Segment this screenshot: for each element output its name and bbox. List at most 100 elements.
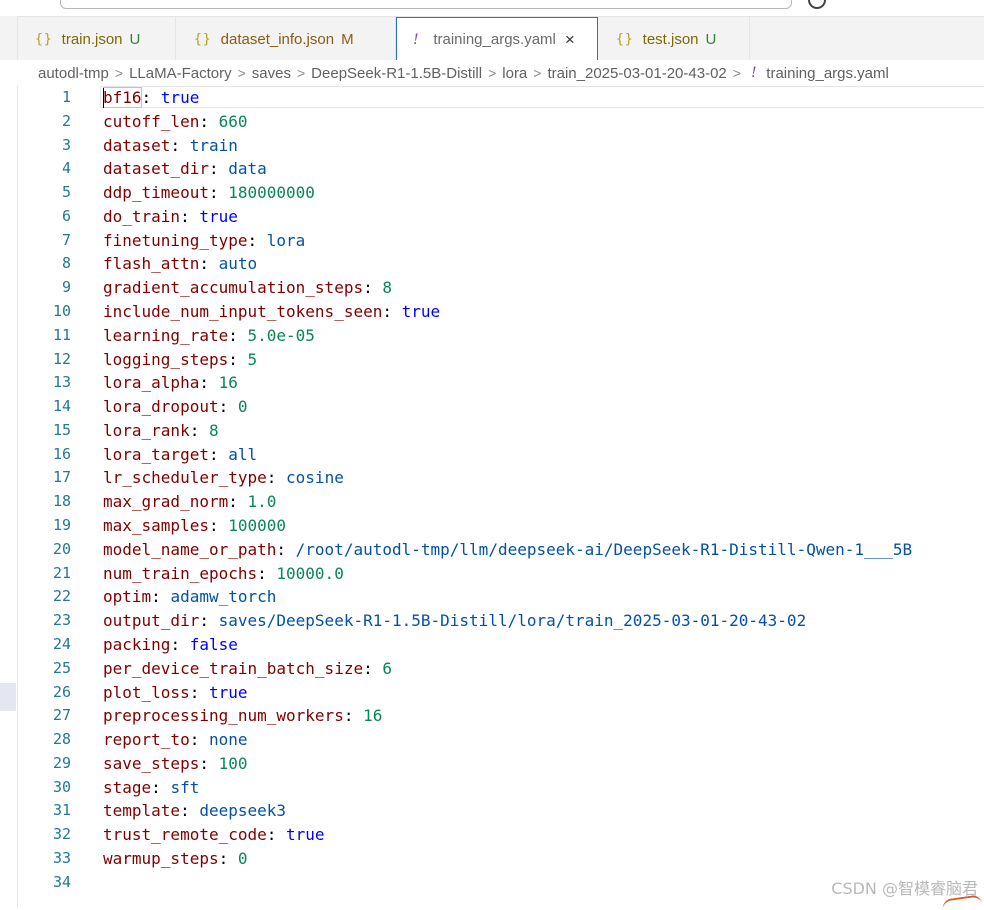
- yaml-key: lora_target: [103, 444, 209, 464]
- code-line[interactable]: 19 max_samples: 100000: [0, 514, 984, 538]
- code-line[interactable]: 23 output_dir: saves/DeepSeek-R1-1.5B-Dis…: [0, 609, 984, 633]
- yaml-colon: :: [343, 706, 364, 726]
- code-line[interactable]: 22 optim: adamw_torch: [0, 585, 984, 609]
- code-line[interactable]: 15 lora_rank: 8: [0, 419, 984, 443]
- code-line[interactable]: 8 flash_attn: auto: [0, 252, 984, 276]
- tab-2[interactable]: ! training_args.yaml ×: [396, 17, 598, 61]
- code-line[interactable]: 24 packing: false: [0, 633, 984, 657]
- code-line[interactable]: 5 ddp_timeout: 180000000: [0, 181, 984, 205]
- yaml-key: preprocessing_num_workers: [103, 706, 344, 726]
- line-number: 29: [52, 753, 71, 772]
- yaml-entry: plot_loss: true: [103, 681, 248, 705]
- yaml-key: dataset: [103, 135, 171, 155]
- account-icon[interactable]: [808, 0, 826, 9]
- tab-3[interactable]: {} test.json U: [598, 17, 750, 61]
- current-line-highlight: [100, 86, 984, 108]
- breadcrumb-item[interactable]: LLaMA-Factory: [129, 65, 232, 82]
- code-line[interactable]: 18 max_grad_norm: 1.0: [0, 490, 984, 514]
- yaml-key: include_num_input_tokens_seen: [103, 302, 383, 322]
- code-line[interactable]: 9 gradient_accumulation_steps: 8: [0, 276, 984, 300]
- yaml-colon: :: [228, 349, 248, 369]
- yaml-entry: include_num_input_tokens_seen: true: [103, 300, 440, 324]
- breadcrumb-item[interactable]: saves: [252, 65, 291, 82]
- code-line[interactable]: 6 do_train: true: [0, 205, 984, 229]
- breadcrumb-item[interactable]: DeepSeek-R1-1.5B-Distill: [311, 65, 482, 82]
- yaml-colon: :: [199, 373, 219, 393]
- chevron-right-icon: >: [237, 65, 246, 81]
- close-icon[interactable]: ×: [565, 31, 575, 48]
- code-line[interactable]: 17 lr_scheduler_type: cosine: [0, 466, 984, 490]
- yaml-colon: :: [208, 183, 229, 203]
- code-line[interactable]: 10 include_num_input_tokens_seen: true: [0, 300, 984, 324]
- line-number: 3: [61, 135, 71, 154]
- yaml-colon: :: [170, 135, 190, 155]
- yaml-entry: num_train_epochs: 10000.0: [103, 562, 344, 586]
- code-line[interactable]: 21 num_train_epochs: 10000.0: [0, 562, 984, 586]
- line-number: 2: [61, 111, 71, 130]
- code-line[interactable]: 26 plot_loss: true: [0, 681, 984, 705]
- yaml-entry: model_name_or_path: /root/autodl-tmp/llm…: [103, 538, 912, 562]
- tab-0[interactable]: {} train.json U: [17, 17, 176, 61]
- yaml-colon: :: [247, 230, 267, 250]
- yaml-colon: :: [199, 753, 219, 773]
- git-status-badge: M: [341, 30, 354, 48]
- line-number: 8: [61, 254, 71, 273]
- yaml-key: trust_remote_code: [103, 825, 267, 845]
- code-line[interactable]: 11 learning_rate: 5.0e-05: [0, 324, 984, 348]
- yaml-key: max_grad_norm: [103, 492, 229, 512]
- line-number: 12: [52, 349, 71, 368]
- code-line[interactable]: 27 preprocessing_num_workers: 16: [0, 704, 984, 728]
- yaml-value: true: [401, 302, 441, 322]
- yaml-value: /root/autodl-tmp/llm/deepseek-ai/DeepSee…: [295, 539, 913, 559]
- yaml-value: 10000.0: [276, 563, 344, 583]
- code-line[interactable]: 20 model_name_or_path: /root/autodl-tmp/l…: [0, 538, 984, 562]
- yaml-key: optim: [103, 587, 152, 607]
- breadcrumb-item[interactable]: lora: [502, 65, 527, 82]
- yaml-entry: lr_scheduler_type: cosine: [103, 466, 344, 490]
- yaml-entry: save_steps: 100: [103, 752, 248, 776]
- line-number: 5: [61, 183, 71, 202]
- breadcrumb-item[interactable]: autodl-tmp: [38, 65, 109, 82]
- code-line[interactable]: 7 finetuning_type: lora: [0, 229, 984, 253]
- yaml-colon: :: [189, 420, 209, 440]
- code-editor[interactable]: 1 bf16: true 2 cutoff_len: 660 3 dataset: tra…: [0, 86, 984, 891]
- line-number: 22: [52, 587, 71, 606]
- yaml-value: true: [199, 206, 238, 226]
- yaml-file-icon: !: [413, 30, 420, 48]
- code-line[interactable]: 14 lora_dropout: 0: [0, 395, 984, 419]
- code-line[interactable]: 13 lora_alpha: 16: [0, 371, 984, 395]
- yaml-key: lr_scheduler_type: [103, 468, 267, 488]
- code-line[interactable]: 33 warmup_steps: 0: [0, 847, 984, 871]
- yaml-key: template: [103, 801, 181, 821]
- yaml-value: saves/DeepSeek-R1-1.5B-Distill/lora/trai…: [218, 611, 807, 631]
- command-center-search[interactable]: [60, 0, 792, 9]
- breadcrumb-file[interactable]: training_args.yaml: [766, 65, 889, 82]
- code-line[interactable]: 3 dataset: train: [0, 134, 984, 158]
- code-line[interactable]: 25 per_device_train_batch_size: 6: [0, 657, 984, 681]
- code-line[interactable]: 12 logging_steps: 5: [0, 348, 984, 372]
- code-line[interactable]: 31 template: deepseek3: [0, 799, 984, 823]
- yaml-colon: :: [208, 159, 229, 179]
- yaml-entry: logging_steps: 5: [103, 348, 257, 372]
- tab-1[interactable]: {} dataset_info.json M: [176, 17, 396, 61]
- line-number: 16: [52, 444, 71, 463]
- yaml-key: model_name_or_path: [103, 539, 277, 559]
- yaml-entry: lora_dropout: 0: [103, 395, 248, 419]
- yaml-value: data: [228, 159, 267, 179]
- code-line[interactable]: 32 trust_remote_code: true: [0, 823, 984, 847]
- yaml-key: per_device_train_batch_size: [103, 658, 364, 678]
- code-line[interactable]: 2 cutoff_len: 660: [0, 110, 984, 134]
- yaml-colon: :: [228, 325, 248, 345]
- yaml-entry: report_to: none: [103, 728, 248, 752]
- yaml-entry: gradient_accumulation_steps: 8: [103, 276, 392, 300]
- code-line[interactable]: 28 report_to: none: [0, 728, 984, 752]
- yaml-colon: :: [151, 777, 171, 797]
- code-line[interactable]: 30 stage: sft: [0, 776, 984, 800]
- code-line[interactable]: 1 bf16: true: [0, 86, 984, 110]
- yaml-colon: :: [208, 516, 229, 536]
- breadcrumb-item[interactable]: train_2025-03-01-20-43-02: [547, 65, 726, 82]
- code-line[interactable]: 29 save_steps: 100: [0, 752, 984, 776]
- yaml-colon: :: [189, 730, 209, 750]
- code-line[interactable]: 16 lora_target: all: [0, 443, 984, 467]
- code-line[interactable]: 4 dataset_dir: data: [0, 157, 984, 181]
